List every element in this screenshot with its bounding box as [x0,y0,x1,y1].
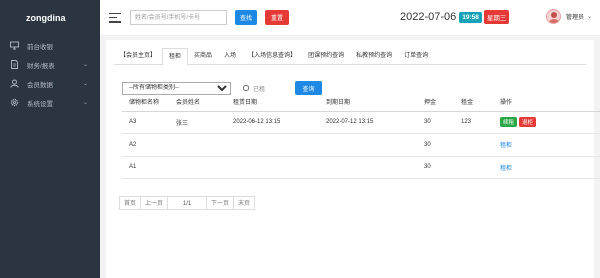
locker-name-cell: A3 [122,111,176,134]
current-date: 2022-07-06 [400,11,457,23]
brand-logo: zongdina [26,13,66,23]
file-icon [10,60,19,69]
table-header-row: 储物柜名称 会员姓名 租赁日期 到期日期 押金 租金 操作 [122,93,600,112]
column-header: 押金 [424,93,461,112]
tab-member-home[interactable]: 【会员主页】 [114,48,162,65]
tab-private-coach-query[interactable]: 私教预约查询 [350,48,398,65]
next-page-button[interactable]: 下一页 [206,196,235,210]
rent-date-cell [233,133,326,157]
gear-icon [10,98,19,107]
last-page-button[interactable]: 末页 [233,196,256,210]
expire-date-cell: 2022-07-12 13:15 [326,111,424,134]
rented-checkbox-label[interactable]: 已租 [243,84,265,93]
rent-date-cell: 2022-06-12 13:15 [233,111,326,134]
locker-name-cell: A1 [122,156,176,179]
sidebar-item-label: 前台收银 [27,43,53,51]
sidebar-item-cashier[interactable]: 前台收银 [0,36,100,55]
datetime-display: 2022-07-06 19:58 星期三 [400,10,510,24]
sidebar-item-label: 系统设置 [27,100,53,108]
return-locker-button[interactable]: 退柜 [519,117,537,128]
tab-locker-rental[interactable]: 租柜 [162,48,189,66]
member-name-cell: 张三 [176,111,233,134]
actions-cell: 租柜 [500,133,600,157]
column-header: 会员姓名 [176,93,233,112]
rent-cell [461,156,500,179]
locker-name-cell: A2 [122,133,176,157]
avatar [545,9,561,24]
tab-entry-query[interactable]: 【入场信息查询】 [242,48,302,65]
user-menu[interactable]: 管理员 ⌄ [545,9,592,24]
username: 管理员 [565,15,584,21]
column-header: 储物柜名称 [122,93,176,112]
deposit-cell: 30 [424,111,461,134]
table-row: A3 张三 2022-06-12 13:15 2022-07-12 13:15 … [122,111,600,134]
monitor-icon [10,41,19,50]
table-row: A2 30 租柜 [122,133,600,157]
sidebar-item-finance[interactable]: 财务/报表 ⌄ [0,55,100,74]
table-row: A1 30 租柜 [122,156,600,179]
rented-checkbox[interactable] [243,85,249,91]
reset-button[interactable]: 重置 [265,10,289,25]
rent-cell [461,133,500,157]
rent-date-cell [233,156,326,179]
tab-order-query[interactable]: 订单查询 [398,48,434,65]
user-icon [10,79,19,88]
top-bar: 查找 重置 2022-07-06 19:58 星期三 管理员 ⌄ [100,0,600,36]
tab-bar: 【会员主页】 租柜 买商品 入场 【入场信息查询】 团课预约查询 私教预约查询 … [114,48,586,66]
sidebar-item-label: 会员数据 [27,81,53,89]
tab-entry[interactable]: 入场 [218,48,242,65]
column-header: 租金 [461,93,500,112]
rent-locker-link[interactable]: 租柜 [500,143,512,149]
column-header: 到期日期 [326,93,424,112]
deposit-cell: 30 [424,133,461,157]
chevron-down-icon: ⌄ [82,100,88,106]
chevron-down-icon: ⌄ [82,62,88,68]
sidebar-item-label: 财务/报表 [27,62,55,70]
current-time-badge: 19:58 [459,11,482,23]
pagination: 首页 上一页 1/1 下一页 末页 [119,196,256,210]
menu-toggle-icon[interactable] [109,12,121,23]
sidebar-item-settings[interactable]: 系统设置 ⌄ [0,93,100,112]
chevron-down-icon: ⌄ [82,81,88,87]
tab-buy-goods[interactable]: 买商品 [188,48,218,65]
locker-table: 储物柜名称 会员姓名 租赁日期 到期日期 押金 租金 操作 A3 张三 2022… [122,93,600,179]
member-name-cell [176,156,233,179]
column-header: 操作 [500,93,600,112]
deposit-cell: 30 [424,156,461,179]
renew-button[interactable]: 续租 [500,117,518,128]
sidebar: zongdina 前台收银 财务/报表 ⌄ 会员数据 ⌄ 系统设置 ⌄ [0,0,100,278]
search-button[interactable]: 查找 [235,10,257,25]
actions-cell: 租柜 [500,156,600,179]
rent-cell: 123 [461,111,500,134]
expire-date-cell [326,133,424,157]
member-name-cell [176,133,233,157]
search-input[interactable] [130,10,227,25]
sidebar-item-members[interactable]: 会员数据 ⌄ [0,74,100,93]
expire-date-cell [326,156,424,179]
rent-locker-link[interactable]: 租柜 [500,166,512,172]
rented-label: 已租 [253,86,266,93]
page-number-input[interactable]: 1/1 [167,196,208,210]
first-page-button[interactable]: 首页 [119,196,142,210]
prev-page-button[interactable]: 上一页 [140,196,169,210]
actions-cell: 续租 退柜 [500,111,600,134]
chevron-down-icon: ⌄ [586,14,592,20]
weekday-badge: 星期三 [483,10,510,24]
tab-group-class-query[interactable]: 团课预约查询 [302,48,350,65]
column-header: 租赁日期 [233,93,326,112]
